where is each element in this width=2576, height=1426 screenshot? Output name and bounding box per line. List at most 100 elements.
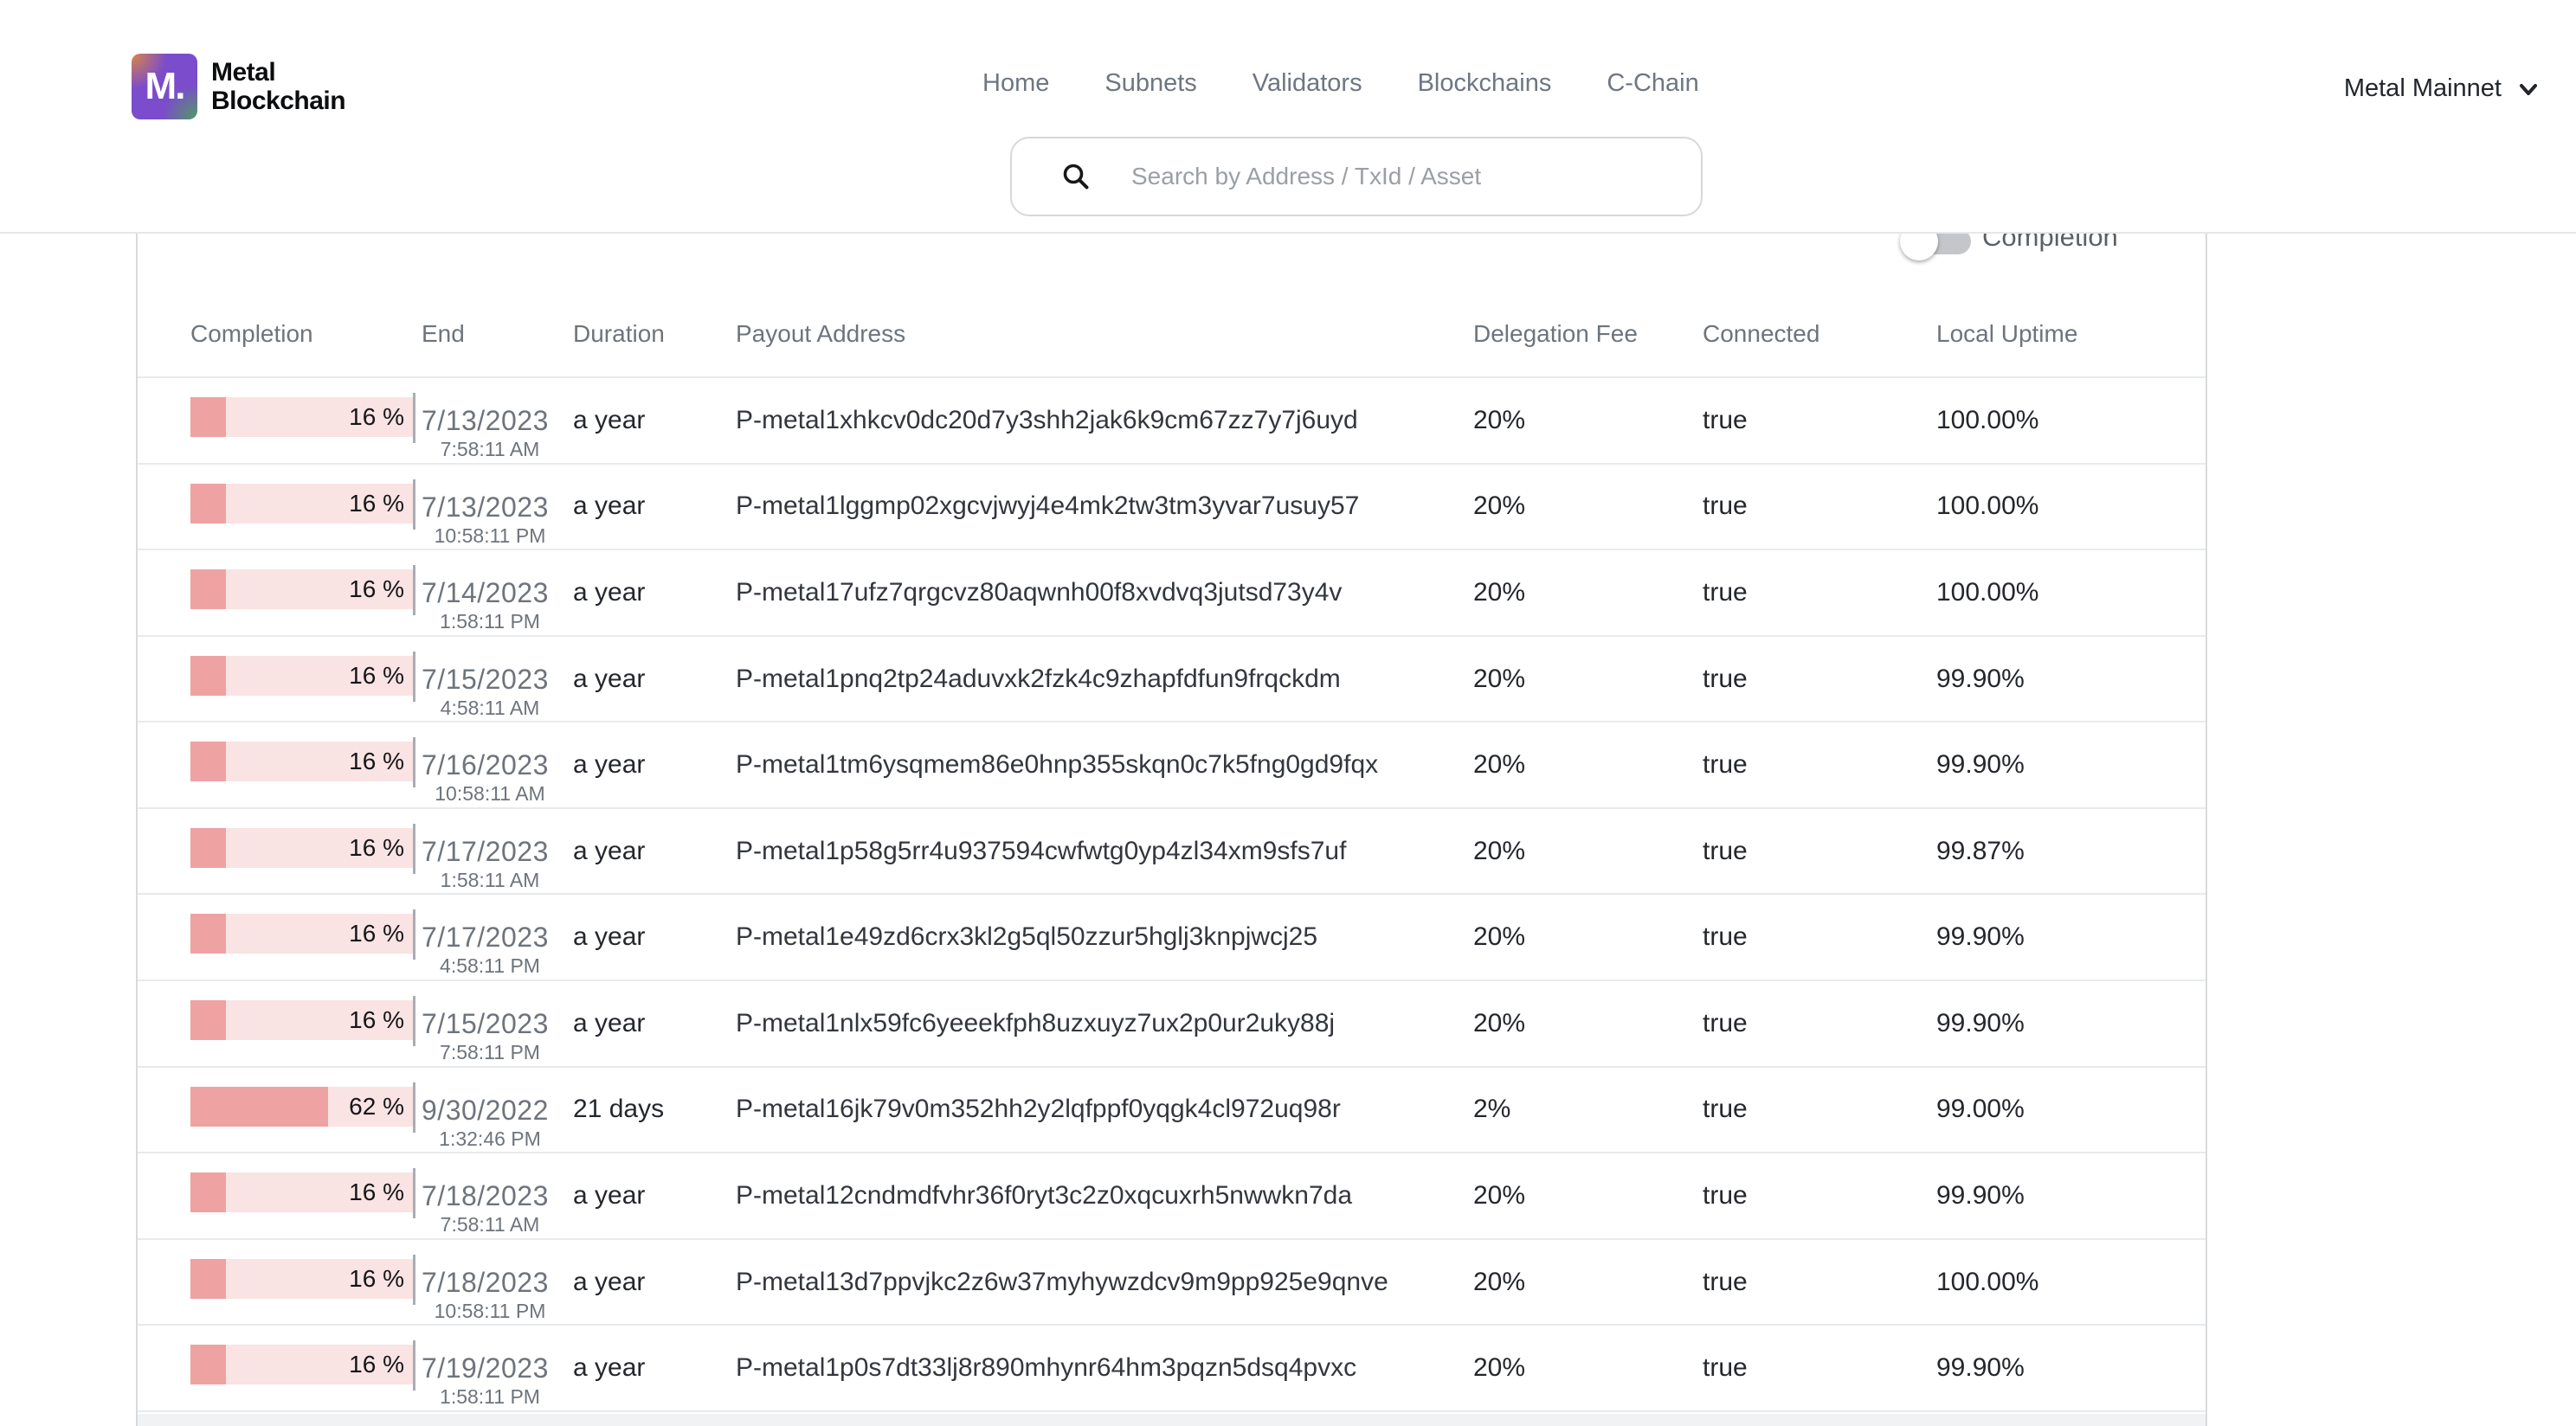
- payout-address-cell[interactable]: P-metal12cndmdfvhr36f0ryt3c2z0xqcuxrh5nw…: [736, 1153, 1352, 1238]
- payout-address-cell[interactable]: P-metal17ufz7qrgcvz80aqwnh00f8xvdvq3juts…: [736, 550, 1342, 635]
- validator-row[interactable]: 16 % 7/14/2023 1:58:11 PM a year P-metal…: [138, 550, 2206, 637]
- local-uptime-cell: 99.90%: [1936, 1153, 2025, 1238]
- end-date: 7/13/2023: [422, 491, 558, 524]
- local-uptime-cell: 100.00%: [1936, 1240, 2038, 1325]
- end-time: 1:58:11 AM: [422, 868, 558, 892]
- bar-separator: [413, 996, 415, 1046]
- column-header-completion: Completion: [190, 319, 313, 349]
- completion-bar: 16 %: [190, 569, 413, 609]
- validator-row[interactable]: 16 % 7/18/2023 10:58:11 PM a year P-meta…: [138, 1240, 2206, 1326]
- delegation-fee-cell: 20%: [1473, 1326, 1525, 1410]
- column-header-end: End: [422, 319, 465, 349]
- duration-cell: a year: [573, 550, 645, 635]
- end-date: 7/18/2023: [422, 1180, 558, 1212]
- completion-value: 62 %: [182, 1087, 404, 1127]
- nav-validators[interactable]: Validators: [1253, 69, 1362, 98]
- payout-address-cell[interactable]: P-metal1p0s7dt33lj8r890mhynr64hm3pqzn5ds…: [736, 1326, 1356, 1410]
- delegation-fee-cell: 20%: [1473, 809, 1525, 894]
- end-cell: 7/13/2023 7:58:11 AM: [422, 405, 558, 461]
- delegation-fee-cell: 20%: [1473, 895, 1525, 980]
- connected-cell: true: [1703, 550, 1748, 635]
- search-box: [1010, 137, 1703, 216]
- next-row-peek: [138, 1414, 2206, 1426]
- end-time: 1:32:46 PM: [422, 1127, 558, 1151]
- validator-row[interactable]: 16 % 7/16/2023 10:58:11 AM a year P-meta…: [138, 723, 2206, 809]
- end-date: 7/17/2023: [422, 922, 558, 954]
- column-header-connected: Connected: [1703, 319, 1819, 349]
- column-header-payout-address: Payout Address: [736, 319, 905, 349]
- payout-address-cell[interactable]: P-metal13d7ppvjkc2z6w37myhywzdcv9m9pp925…: [736, 1240, 1388, 1325]
- end-date: 7/18/2023: [422, 1267, 558, 1299]
- completion-value: 16 %: [182, 397, 404, 437]
- end-cell: 7/16/2023 10:58:11 AM: [422, 749, 558, 806]
- completion-bar: 16 %: [190, 1172, 413, 1212]
- local-uptime-cell: 100.00%: [1936, 378, 2038, 463]
- completion-bar: 16 %: [190, 1000, 413, 1040]
- duration-cell: a year: [573, 809, 645, 894]
- connected-cell: true: [1703, 1326, 1748, 1410]
- duration-cell: a year: [573, 895, 645, 980]
- validator-row[interactable]: 16 % 7/17/2023 1:58:11 AM a year P-metal…: [138, 809, 2206, 896]
- duration-cell: a year: [573, 1326, 645, 1410]
- connected-cell: true: [1703, 637, 1748, 722]
- brand-name: Metal Blockchain: [211, 58, 345, 115]
- nav-blockchains[interactable]: Blockchains: [1418, 69, 1552, 98]
- end-cell: 7/15/2023 7:58:11 PM: [422, 1008, 558, 1064]
- end-time: 7:58:11 AM: [422, 1212, 558, 1237]
- nav-subnets[interactable]: Subnets: [1104, 69, 1196, 98]
- end-date: 7/13/2023: [422, 405, 558, 437]
- delegation-fee-cell: 20%: [1473, 1153, 1525, 1238]
- local-uptime-cell: 99.87%: [1936, 809, 2025, 894]
- end-date: 7/16/2023: [422, 749, 558, 781]
- bar-separator: [413, 1168, 415, 1218]
- duration-cell: a year: [573, 723, 645, 807]
- payout-address-cell[interactable]: P-metal1tm6ysqmem86e0hnp355skqn0c7k5fng0…: [736, 723, 1378, 807]
- nav-c-chain[interactable]: C-Chain: [1607, 69, 1698, 98]
- nav-home[interactable]: Home: [982, 69, 1049, 98]
- local-uptime-cell: 99.90%: [1936, 723, 2025, 807]
- validator-row[interactable]: 16 % 7/13/2023 10:58:11 PM a year P-meta…: [138, 465, 2206, 551]
- payout-address-cell[interactable]: P-metal1e49zd6crx3kl2g5ql50zzur5hglj3knp…: [736, 895, 1317, 980]
- validator-row[interactable]: 16 % 7/13/2023 7:58:11 AM a year P-metal…: [138, 378, 2206, 465]
- end-time: 10:58:11 PM: [422, 524, 558, 548]
- bar-separator: [413, 909, 415, 960]
- end-cell: 7/13/2023 10:58:11 PM: [422, 491, 558, 548]
- bar-separator: [413, 565, 415, 615]
- delegation-fee-cell: 20%: [1473, 981, 1525, 1066]
- network-selector[interactable]: Metal Mainnet: [2344, 74, 2541, 103]
- payout-address-cell[interactable]: P-metal16jk79v0m352hh2y2lqfppf0yqgk4cl97…: [736, 1068, 1341, 1153]
- duration-cell: a year: [573, 637, 645, 722]
- completion-value: 16 %: [182, 742, 404, 781]
- bar-separator: [413, 737, 415, 787]
- bar-separator: [413, 1082, 415, 1133]
- completion-bar: 16 %: [190, 828, 413, 868]
- local-uptime-cell: 99.90%: [1936, 1326, 2025, 1410]
- validator-row[interactable]: 16 % 7/17/2023 4:58:11 PM a year P-metal…: [138, 895, 2206, 981]
- end-time: 4:58:11 PM: [422, 954, 558, 978]
- end-time: 7:58:11 AM: [422, 437, 558, 461]
- completion-value: 16 %: [182, 828, 404, 868]
- validator-row[interactable]: 62 % 9/30/2022 1:32:46 PM 21 days P-meta…: [138, 1068, 2206, 1154]
- delegation-fee-cell: 20%: [1473, 378, 1525, 463]
- main-nav: Home Subnets Validators Blockchains C-Ch…: [982, 69, 1699, 98]
- payout-address-cell[interactable]: P-metal1pnq2tp24aduvxk2fzk4c9zhapfdfun9f…: [736, 637, 1341, 722]
- duration-cell: a year: [573, 1240, 645, 1325]
- bar-separator: [413, 652, 415, 702]
- validator-row[interactable]: 16 % 7/15/2023 7:58:11 PM a year P-metal…: [138, 981, 2206, 1068]
- end-cell: 7/17/2023 1:58:11 AM: [422, 836, 558, 892]
- search-input[interactable]: [1131, 163, 1668, 190]
- connected-cell: true: [1703, 809, 1748, 894]
- payout-address-cell[interactable]: P-metal1xhkcv0dc20d7y3shh2jak6k9cm67zz7y…: [736, 378, 1358, 463]
- duration-cell: a year: [573, 1153, 645, 1238]
- end-time: 1:58:11 PM: [422, 1384, 558, 1409]
- validator-row[interactable]: 16 % 7/15/2023 4:58:11 AM a year P-metal…: [138, 637, 2206, 723]
- bar-separator: [413, 824, 415, 874]
- validator-row[interactable]: 16 % 7/18/2023 7:58:11 AM a year P-metal…: [138, 1153, 2206, 1240]
- payout-address-cell[interactable]: P-metal1lggmp02xgcvjwyj4e4mk2tw3tm3yvar7…: [736, 465, 1359, 549]
- brand[interactable]: M. Metal Blockchain: [132, 54, 345, 119]
- delegation-fee-cell: 20%: [1473, 550, 1525, 635]
- validator-row[interactable]: 16 % 7/19/2023 1:58:11 PM a year P-metal…: [138, 1326, 2206, 1412]
- end-time: 10:58:11 PM: [422, 1299, 558, 1323]
- payout-address-cell[interactable]: P-metal1p58g5rr4u937594cwfwtg0yp4zl34xm9…: [736, 809, 1346, 894]
- payout-address-cell[interactable]: P-metal1nlx59fc6yeeekfph8uzxuyz7ux2p0ur2…: [736, 981, 1335, 1066]
